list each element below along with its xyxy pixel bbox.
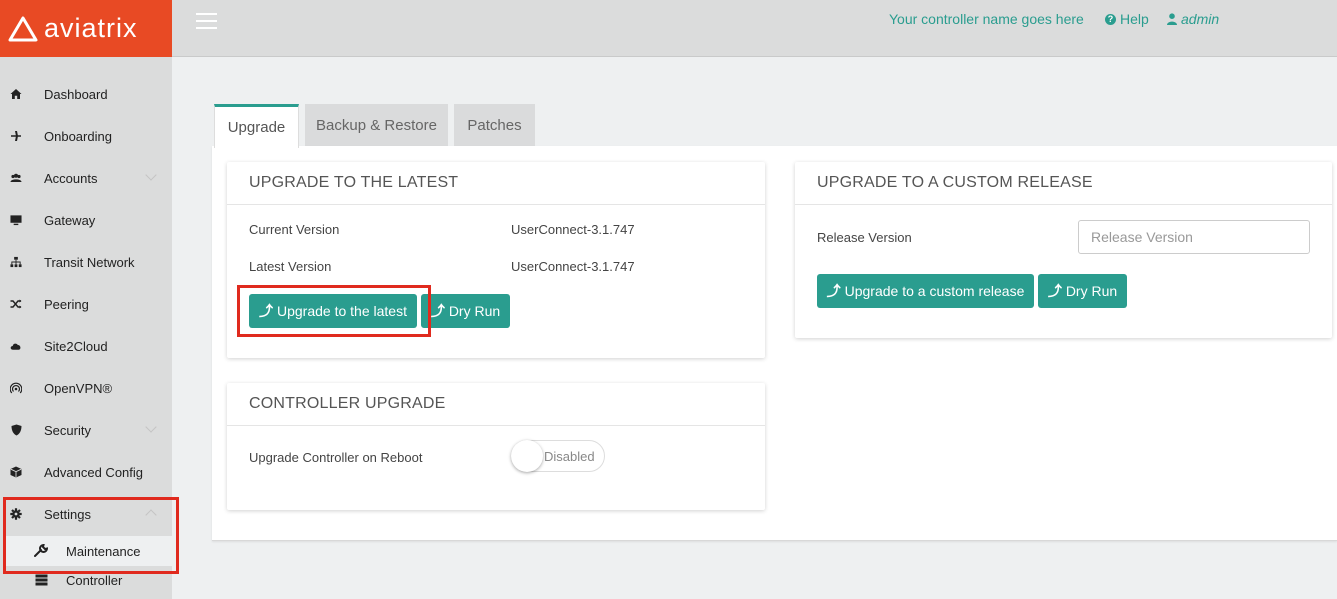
upgrade-arrow-icon: ⤴ <box>430 303 445 319</box>
cube-icon <box>10 466 22 478</box>
divider <box>227 204 765 205</box>
tab-backup-restore[interactable]: Backup & Restore <box>305 104 448 147</box>
sidebar-item-accounts[interactable]: Accounts <box>0 157 172 199</box>
tab-patches[interactable]: Patches <box>454 104 535 147</box>
user-icon <box>1167 13 1177 25</box>
sidebar-item-security[interactable]: Security <box>0 409 172 451</box>
toggle-state-label: Disabled <box>544 449 595 464</box>
card-title: UPGRADE TO THE LATEST <box>249 174 459 191</box>
sidebar-item-dashboard[interactable]: Dashboard <box>0 73 172 115</box>
help-link[interactable]: ? Help <box>1105 11 1149 27</box>
sidebar-item-settings[interactable]: Settings <box>0 493 172 535</box>
card-title: UPGRADE TO A CUSTOM RELEASE <box>817 174 1093 191</box>
current-version-value: UserConnect-3.1.747 <box>511 222 635 237</box>
sidebar-item-transit-network[interactable]: Transit Network <box>0 241 172 283</box>
upgrade-on-reboot-label: Upgrade Controller on Reboot <box>249 450 423 465</box>
latest-version-label: Latest Version <box>249 259 332 274</box>
server-icon <box>34 573 48 587</box>
upgrade-arrow-icon: ⤴ <box>259 303 273 319</box>
wrench-icon <box>34 544 48 558</box>
plane-icon <box>10 130 22 142</box>
sidebar-subitem-maintenance[interactable]: Maintenance <box>6 536 172 566</box>
tab-upgrade[interactable]: Upgrade <box>214 104 299 148</box>
divider <box>227 425 765 426</box>
release-version-input[interactable] <box>1078 220 1310 254</box>
sidebar-subitem-controller[interactable]: Controller <box>6 565 172 595</box>
upgrade-latest-card: UPGRADE TO THE LATEST Current Version Us… <box>227 162 765 358</box>
chevron-down-icon <box>145 421 157 433</box>
cloud-icon <box>10 340 22 352</box>
latest-version-value: UserConnect-3.1.747 <box>511 259 635 274</box>
brand-name: aviatrix <box>44 13 138 43</box>
sidebar-item-peering[interactable]: Peering <box>0 283 172 325</box>
help-label: Help <box>1120 11 1149 27</box>
users-icon <box>10 172 22 184</box>
release-version-label: Release Version <box>817 230 912 245</box>
question-circle-icon: ? <box>1105 13 1116 25</box>
upgrade-custom-release-button[interactable]: ⤴ Upgrade to a custom release <box>817 274 1034 308</box>
monitor-icon <box>10 214 22 226</box>
user-name: admin <box>1181 11 1220 27</box>
upgrade-arrow-icon: ⤴ <box>826 283 841 299</box>
chevron-up-icon <box>145 509 157 521</box>
gear-icon <box>10 508 22 520</box>
divider <box>795 204 1332 205</box>
controller-name: Your controller name goes here <box>889 11 1084 27</box>
user-menu[interactable]: admin <box>1167 11 1219 27</box>
toggle-knob <box>511 440 543 472</box>
top-bar: Your controller name goes here ? Help ad… <box>172 0 1337 57</box>
custom-dry-run-button[interactable]: ⤴ Dry Run <box>1038 274 1127 308</box>
signal-icon <box>10 382 22 394</box>
upgrade-to-latest-button[interactable]: ⤴ Upgrade to the latest <box>249 294 417 328</box>
shield-icon <box>10 424 22 436</box>
current-version-label: Current Version <box>249 222 340 237</box>
sidebar-item-gateway[interactable]: Gateway <box>0 199 172 241</box>
brand-logo[interactable]: aviatrix <box>0 0 172 57</box>
upgrade-custom-card: UPGRADE TO A CUSTOM RELEASE Release Vers… <box>795 162 1332 338</box>
sidebar-item-onboarding[interactable]: Onboarding <box>0 115 172 157</box>
dry-run-button[interactable]: ⤴ Dry Run <box>421 294 510 328</box>
sitemap-icon <box>10 256 22 268</box>
card-title: CONTROLLER UPGRADE <box>249 395 446 412</box>
upgrade-arrow-icon: ⤴ <box>1047 283 1062 299</box>
home-icon <box>10 88 22 100</box>
shuffle-icon <box>10 298 22 310</box>
sidebar-item-openvpn[interactable]: OpenVPN® <box>0 367 172 409</box>
aviatrix-logo-icon <box>8 16 38 41</box>
controller-upgrade-card: CONTROLLER UPGRADE Upgrade Controller on… <box>227 383 765 510</box>
upgrade-on-reboot-toggle[interactable]: Disabled <box>511 440 605 472</box>
sidebar-item-site2cloud[interactable]: Site2Cloud <box>0 325 172 367</box>
chevron-down-icon <box>145 169 157 181</box>
menu-toggle-icon[interactable] <box>196 13 217 29</box>
sidebar-item-advanced-config[interactable]: Advanced Config <box>0 451 172 493</box>
